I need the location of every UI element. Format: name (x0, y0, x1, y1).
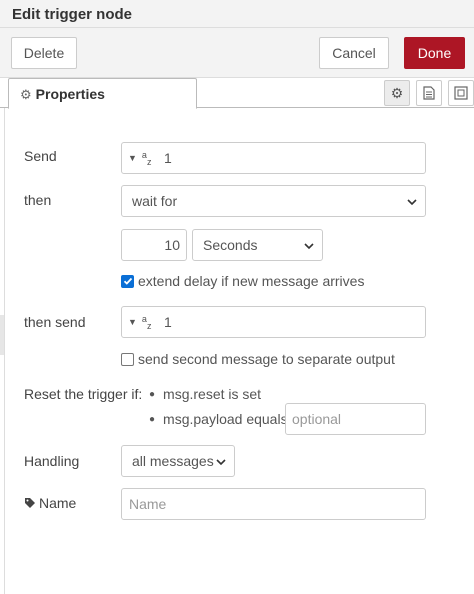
then-send-label: then send (24, 314, 86, 330)
name-placeholder: Name (129, 496, 167, 512)
appearance-tab-frame-icon[interactable] (448, 80, 474, 106)
extend-delay-label: extend delay if new message arrives (138, 273, 365, 289)
then-send-typed-input[interactable]: ▼ az 1 (121, 306, 426, 338)
then-send-value: 1 (164, 314, 172, 330)
reset-payload-input[interactable]: optional (285, 403, 426, 435)
checkmark-icon (123, 277, 132, 285)
delay-amount-input[interactable]: 10 (121, 229, 187, 261)
handling-select[interactable]: all messages (121, 445, 235, 477)
chevron-down-icon (304, 243, 314, 250)
tag-icon (25, 498, 35, 508)
then-label: then (24, 192, 52, 208)
extend-delay-checkbox[interactable] (121, 274, 134, 288)
reset-condition-2: ● msg.payload equals (149, 411, 288, 427)
description-tab-document-icon[interactable] (416, 80, 442, 106)
delay-units-selected: Seconds (203, 237, 258, 253)
name-label: Name (39, 495, 77, 511)
handling-label: Handling (24, 453, 80, 469)
second-output-checkbox[interactable] (121, 352, 134, 366)
second-output-row[interactable]: send second message to separate output (121, 351, 395, 367)
button-bar: Delete Cancel Done (0, 28, 474, 78)
send-value: 1 (164, 150, 172, 166)
delete-button[interactable]: Delete (11, 37, 77, 69)
caret-down-icon: ▼ (128, 153, 137, 163)
string-type-icon: az (141, 149, 152, 167)
tab-properties[interactable]: ⚙ Properties (8, 78, 197, 109)
reset-condition-1-text: msg.reset is set (163, 386, 262, 402)
reset-condition-1: ● msg.reset is set (149, 386, 261, 402)
reset-label: Reset the trigger if: (24, 386, 143, 402)
settings-tab-gear-icon[interactable]: ⚙ (384, 80, 410, 106)
delay-amount-value: 10 (164, 237, 180, 253)
resize-handle[interactable] (0, 315, 4, 355)
handling-selected-value: all messages (132, 453, 214, 469)
extend-delay-row[interactable]: extend delay if new message arrives (121, 273, 364, 289)
name-label-row: Name (24, 495, 76, 511)
name-input[interactable]: Name (121, 488, 426, 520)
gear-icon: ⚙ (20, 87, 32, 102)
send-type-selector[interactable]: ▼ az (122, 143, 160, 173)
send-label: Send (24, 148, 57, 164)
dialog-title: Edit trigger node (0, 0, 474, 28)
send-typed-input[interactable]: ▼ az 1 (121, 142, 426, 174)
panel-border (4, 108, 5, 594)
reset-condition-2-text: msg.payload equals (163, 411, 288, 427)
bullet-icon: ● (149, 388, 156, 400)
reset-payload-placeholder: optional (292, 411, 342, 427)
caret-down-icon: ▼ (128, 317, 137, 327)
tab-strip: ⚙ Properties ⚙ (0, 78, 474, 109)
second-output-label: send second message to separate output (138, 351, 395, 367)
bullet-icon: ● (149, 413, 156, 425)
chevron-down-icon (407, 199, 417, 206)
chevron-down-icon (216, 459, 226, 466)
string-type-icon: az (141, 313, 152, 331)
then-send-type-selector[interactable]: ▼ az (122, 307, 160, 337)
delay-units-select[interactable]: Seconds (192, 229, 323, 261)
tab-properties-label: Properties (35, 86, 105, 102)
cancel-button[interactable]: Cancel (319, 37, 389, 69)
done-button[interactable]: Done (404, 37, 465, 69)
then-selected-value: wait for (132, 193, 178, 209)
then-select[interactable]: wait for (121, 185, 426, 217)
